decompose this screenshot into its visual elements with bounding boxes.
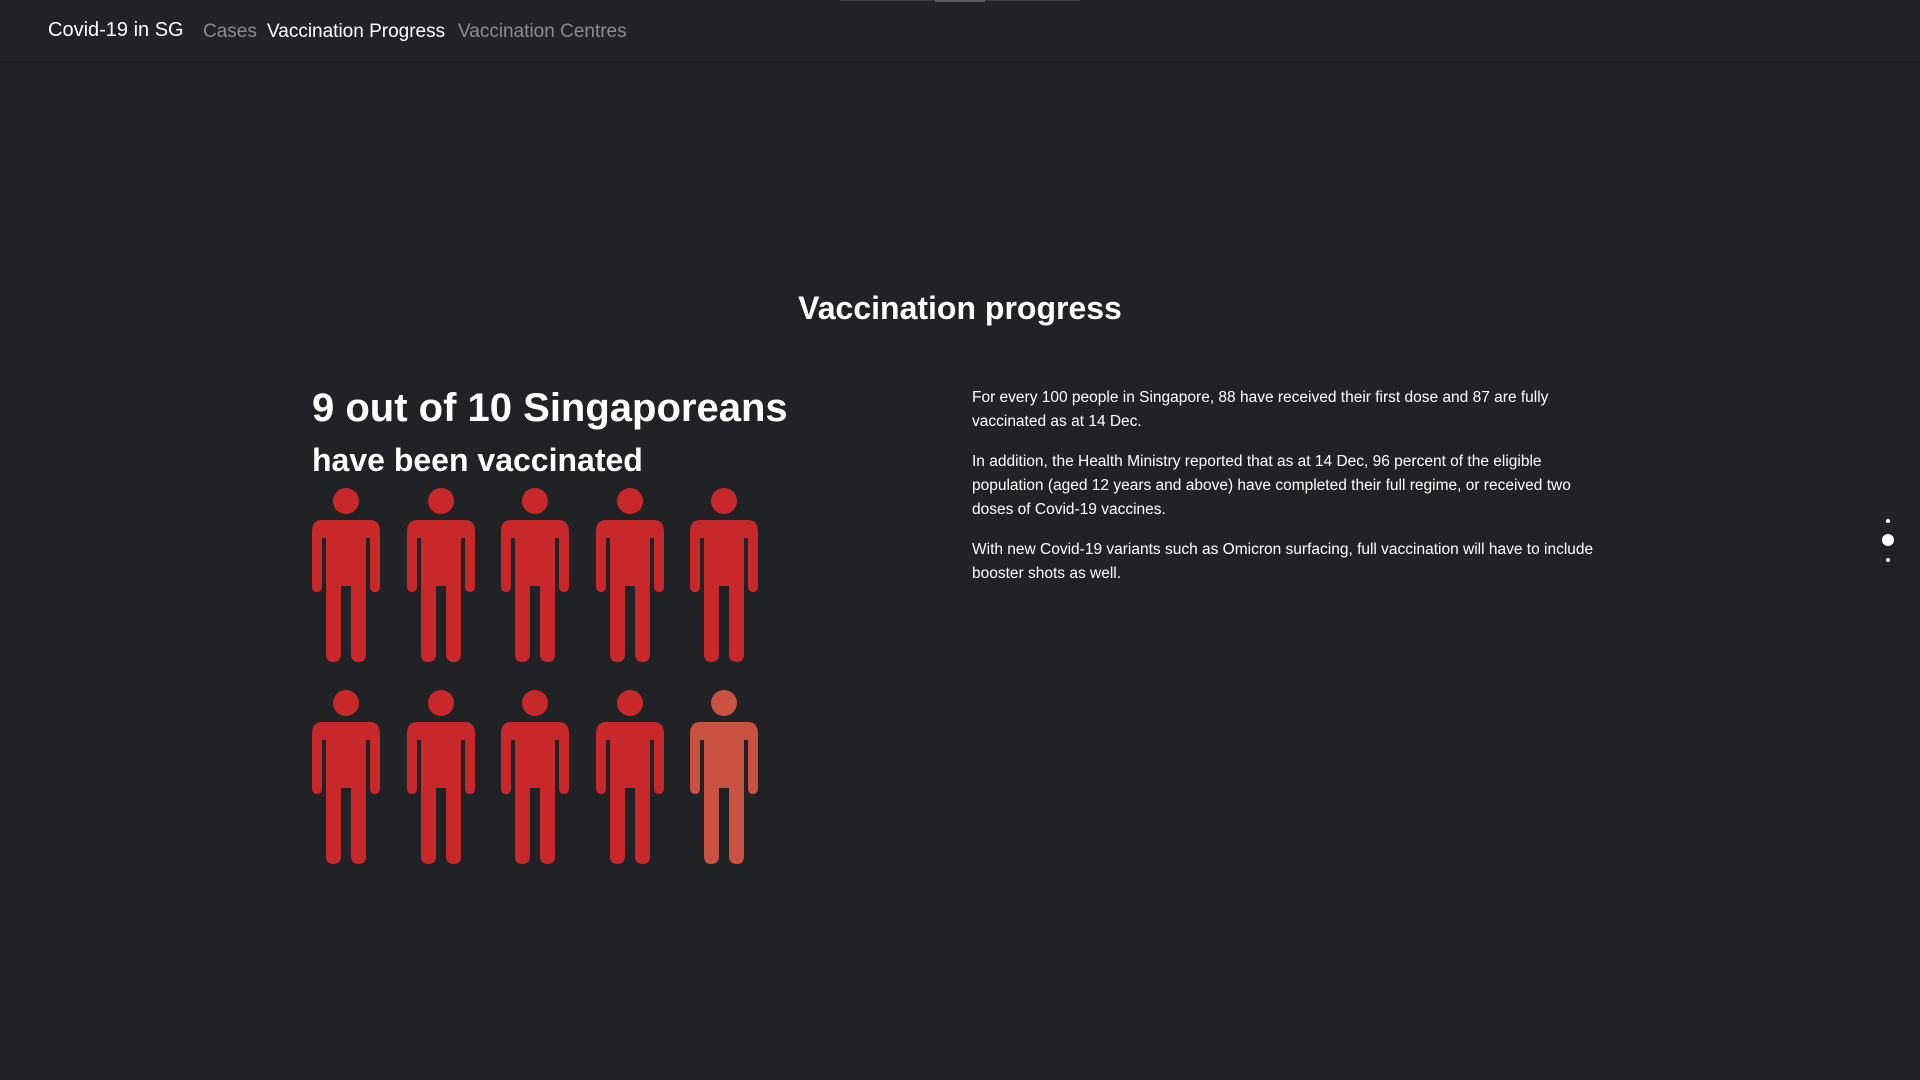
person-icon-vaccinated [595,690,664,864]
section-title: Vaccination progress [798,290,1122,326]
page-section-dots [1880,516,1900,566]
person-icon-vaccinated [690,488,758,662]
nav-link-cases[interactable]: Cases [203,21,257,43]
headline: 9 out of 10 Singaporeans [312,386,788,430]
section-dot-3[interactable] [1886,558,1890,562]
scroll-progress-bar [840,0,1080,2]
subheadline: have been vaccinated [312,442,643,478]
body-text: For every 100 people in Singapore, 88 ha… [972,386,1612,602]
paragraph-booster: With new Covid-19 variants such as Omicr… [972,541,1594,582]
nav-link-vaccination-centres[interactable]: Vaccination Centres [458,21,627,43]
brand-link[interactable]: Covid-19 in SG [48,19,184,42]
section-dot-1[interactable] [1886,519,1890,523]
person-icon-vaccinated [406,488,475,662]
person-icon-vaccinated [595,488,664,662]
top-navbar: Covid-19 in SG Cases Vaccination Progres… [0,0,1920,62]
person-icon-vaccinated [501,488,569,662]
person-icon-vaccinated [312,690,380,864]
nav-link-vaccination-progress[interactable]: Vaccination Progress [267,21,445,43]
scroll-progress-thumb [935,0,985,2]
person-icon-vaccinated [501,690,569,864]
paragraph-first-dose: For every 100 people in Singapore, 88 ha… [972,389,1549,430]
person-icon-vaccinated [312,488,380,662]
vaccination-pictogram [312,488,762,868]
person-icon-vaccinated [406,690,475,864]
section-dot-2-active[interactable] [1882,534,1894,546]
person-icon-unvaccinated [690,690,758,864]
paragraph-health-ministry: In addition, the Health Ministry reporte… [972,453,1571,518]
